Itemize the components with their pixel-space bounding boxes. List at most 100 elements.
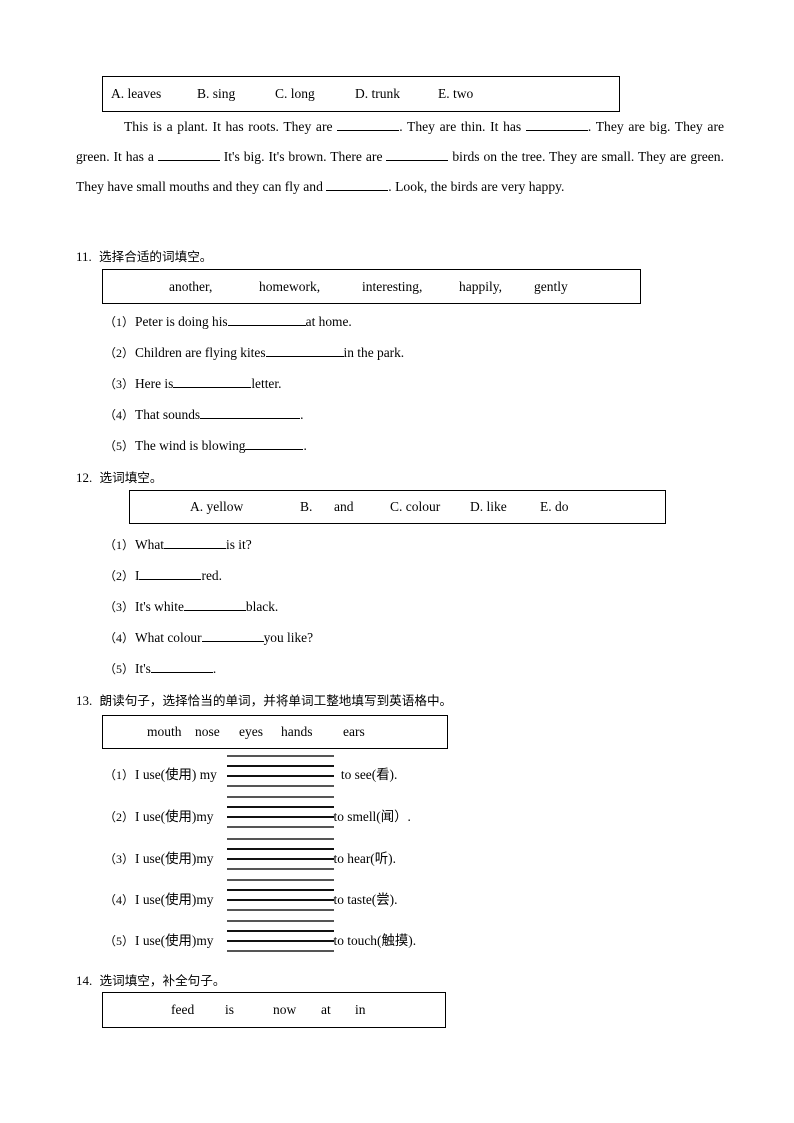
answer-blank[interactable] bbox=[173, 374, 252, 388]
item-label: （3） bbox=[104, 852, 135, 866]
question-12-heading: 12. 选词填空。 bbox=[76, 467, 162, 486]
item-text-before: I use(使用)my bbox=[135, 809, 214, 824]
question-12-item-3: （3） It's white black. bbox=[104, 597, 278, 615]
question-11-item-4: （4） That sounds . bbox=[104, 405, 303, 423]
question-prompt: 选词填空，补全句子。 bbox=[99, 973, 226, 988]
answer-blank[interactable] bbox=[150, 659, 213, 673]
question-13-heading: 13. 朗读句子，选择恰当的单词，并将单词工整地填写到英语格中。 bbox=[76, 690, 452, 709]
word-option: eyes bbox=[239, 724, 263, 739]
item-text-after: to hear(听). bbox=[333, 851, 396, 866]
passage-run: . Look, the birds are very happy. bbox=[388, 179, 565, 194]
item-label: （1） bbox=[104, 768, 135, 782]
item-text-after: to smell(闻）. bbox=[333, 809, 411, 824]
grid-line bbox=[227, 930, 334, 932]
item-text-before: Peter is doing his bbox=[135, 314, 228, 329]
answer-blank[interactable] bbox=[201, 628, 264, 642]
question-number: 12. bbox=[76, 470, 93, 485]
item-text-before: It's white bbox=[135, 599, 184, 614]
word-option: E. two bbox=[438, 86, 474, 101]
grid-line bbox=[227, 796, 334, 799]
answer-blank[interactable] bbox=[525, 117, 588, 131]
answer-blank[interactable] bbox=[386, 147, 449, 161]
passage-run: This is a plant. It has roots. They are bbox=[124, 119, 338, 134]
question-number: 13. bbox=[76, 693, 93, 708]
grid-line bbox=[227, 826, 334, 829]
word-option: C. long bbox=[275, 86, 315, 101]
word-option: E. do bbox=[540, 499, 569, 514]
passage-word-bank-box: A. leaves B. sing C. long D. trunk E. tw… bbox=[102, 76, 620, 112]
answer-blank[interactable] bbox=[337, 117, 400, 131]
item-label: （2） bbox=[104, 346, 135, 360]
item-text-after: at home. bbox=[305, 314, 352, 329]
item-text-after: you like? bbox=[263, 630, 314, 645]
item-text-after: . bbox=[212, 661, 217, 676]
item-label: （2） bbox=[104, 810, 135, 824]
question-12-word-bank-box: A. yellow B. and C. colour D. like E. do bbox=[129, 490, 666, 524]
grid-line bbox=[227, 848, 334, 850]
word-option: is bbox=[225, 1002, 235, 1017]
question-prompt: 朗读句子，选择恰当的单词，并将单词工整地填写到英语格中。 bbox=[99, 693, 453, 708]
writing-grid[interactable] bbox=[227, 796, 334, 830]
question-11-item-2: （2） Children are flying kites in the par… bbox=[104, 343, 404, 361]
word-option: another, bbox=[169, 278, 213, 294]
word-option: A. yellow bbox=[190, 499, 244, 514]
question-11-heading: 11. 选择合适的词填空。 bbox=[76, 246, 212, 265]
question-11-item-5: （5） The wind is blowing . bbox=[104, 436, 307, 454]
grid-line bbox=[227, 868, 334, 871]
item-text-after: red. bbox=[201, 568, 222, 583]
item-text-before: What bbox=[135, 537, 165, 552]
word-option: B. bbox=[300, 499, 313, 514]
word-option: hands bbox=[281, 724, 313, 739]
answer-blank[interactable] bbox=[245, 436, 304, 450]
answer-blank[interactable] bbox=[157, 147, 220, 161]
word-option: at bbox=[321, 1002, 331, 1017]
item-text-before: I use(使用) my bbox=[135, 767, 217, 782]
item-label: （4） bbox=[104, 893, 135, 907]
item-text-before: That sounds bbox=[135, 407, 201, 422]
writing-grid[interactable] bbox=[227, 920, 334, 954]
answer-blank[interactable] bbox=[227, 312, 306, 326]
question-prompt: 选择合适的词填空。 bbox=[99, 249, 213, 264]
word-option: now bbox=[273, 1002, 297, 1017]
word-option: and bbox=[334, 499, 354, 514]
word-option: in bbox=[355, 1002, 366, 1017]
grid-line bbox=[227, 909, 334, 912]
item-text-before: It's bbox=[135, 661, 151, 676]
grid-line bbox=[227, 899, 334, 901]
item-text-after: . bbox=[303, 438, 307, 453]
answer-blank[interactable] bbox=[139, 566, 202, 580]
answer-blank[interactable] bbox=[164, 535, 227, 549]
item-label: （3） bbox=[104, 377, 135, 391]
item-text-before: I use(使用)my bbox=[135, 851, 214, 866]
answer-blank[interactable] bbox=[200, 405, 301, 419]
passage-run: . They are thin. It has bbox=[399, 119, 526, 134]
word-option: feed bbox=[171, 1002, 195, 1017]
writing-grid[interactable] bbox=[227, 879, 334, 913]
item-text-before: Here is bbox=[135, 376, 174, 391]
item-label: （4） bbox=[104, 408, 135, 422]
writing-grid[interactable] bbox=[227, 755, 334, 789]
word-option: happily, bbox=[459, 278, 502, 294]
word-option: C. colour bbox=[390, 499, 441, 514]
item-text-after: is it? bbox=[226, 537, 252, 552]
item-text-after: to see(看). bbox=[340, 767, 398, 782]
grid-line bbox=[227, 940, 334, 942]
item-text-after: letter. bbox=[251, 376, 282, 391]
question-11-item-3: （3） Here is letter. bbox=[104, 374, 281, 392]
grid-line bbox=[227, 889, 334, 891]
question-11-item-1: （1） Peter is doing his at home. bbox=[104, 312, 352, 330]
item-text-before: What colour bbox=[135, 630, 202, 645]
word-option: interesting, bbox=[362, 278, 423, 294]
item-label: （3） bbox=[104, 600, 135, 614]
answer-blank[interactable] bbox=[265, 343, 344, 357]
item-label: （5） bbox=[104, 439, 135, 453]
writing-grid[interactable] bbox=[227, 838, 334, 872]
question-13-word-bank-box: mouth nose eyes hands ears bbox=[102, 715, 448, 749]
word-option: A. leaves bbox=[111, 86, 162, 101]
word-option: gently bbox=[534, 278, 568, 294]
item-label: （4） bbox=[104, 631, 135, 645]
answer-blank[interactable] bbox=[326, 177, 389, 191]
word-option: D. trunk bbox=[355, 86, 400, 101]
answer-blank[interactable] bbox=[183, 597, 246, 611]
question-12-item-5: （5） It's . bbox=[104, 659, 216, 677]
